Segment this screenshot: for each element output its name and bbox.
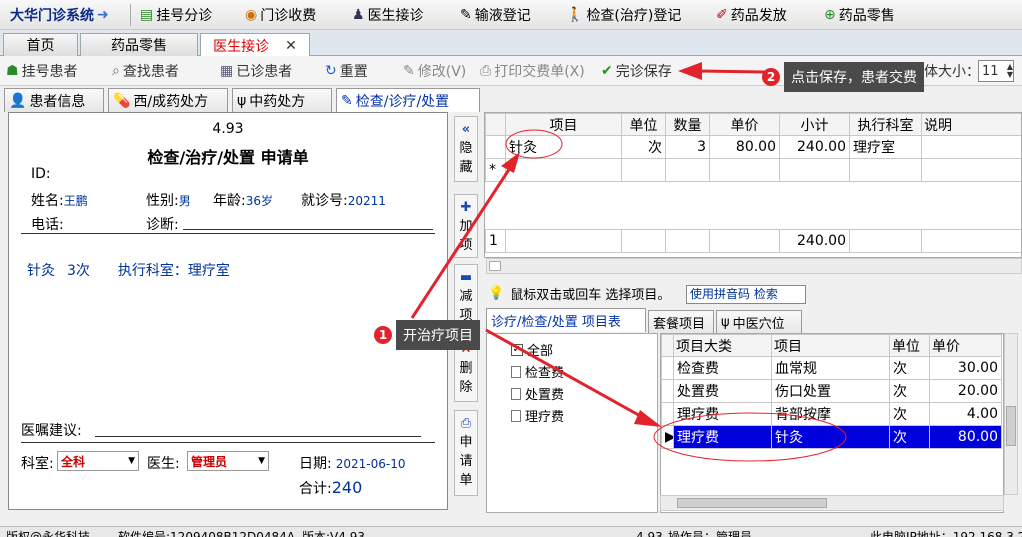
step-badge: 1 xyxy=(374,326,392,344)
arrow-to-list-head xyxy=(634,410,662,427)
callout-text: 点击保存，患者交费 xyxy=(784,62,924,92)
arrow-to-save-line xyxy=(699,69,767,74)
step-badge: 2 xyxy=(762,68,780,86)
arrow-to-list-line xyxy=(485,328,645,420)
highlight-ellipse-grid-item xyxy=(505,129,563,159)
highlight-ellipse-list-item xyxy=(653,412,847,462)
callout-step-2: 2 点击保存，患者交费 xyxy=(762,62,924,92)
callout-text: 开治疗项目 xyxy=(396,320,480,350)
arrow-to-save-head xyxy=(678,62,702,80)
arrow-to-grid-line xyxy=(410,167,512,319)
callout-step-1: 1 开治疗项目 xyxy=(374,320,480,350)
arrow-to-grid-head xyxy=(501,152,520,173)
